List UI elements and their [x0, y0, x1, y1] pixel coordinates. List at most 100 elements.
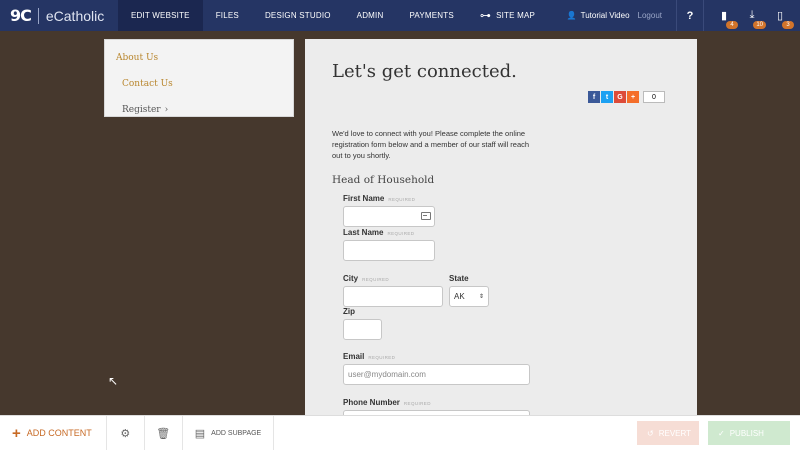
logo-mark: 9C: [10, 6, 32, 25]
logo-text: eCatholic: [45, 7, 105, 24]
intro-text: We'd love to connect with you! Please co…: [332, 129, 530, 160]
first-name-field: First Name REQUIRED: [343, 194, 435, 227]
label-text: Email: [343, 352, 365, 361]
subnav-label: About Us: [116, 53, 159, 63]
revert-icon: ↺: [647, 428, 654, 438]
nav-label: PAYMENTS: [409, 11, 454, 20]
downloads-tray-button[interactable]: ⤓ 10: [742, 5, 766, 29]
add-content-label: ADD CONTENT: [26, 428, 92, 438]
mouse-cursor-icon: ↖: [108, 374, 119, 388]
bottom-toolbar: + ADD CONTENT ⚙ 🗑 ▤ ADD SUBPAGE ↺ REVERT…: [0, 415, 800, 450]
page-content: Let's get connected. f t G + 0 We'd love…: [305, 39, 697, 419]
first-name-input[interactable]: [343, 206, 435, 227]
nav-admin[interactable]: ADMIN: [344, 0, 397, 31]
subnav-label: Register: [122, 105, 161, 115]
add-subpage-icon: ▤: [194, 427, 206, 440]
city-input[interactable]: [343, 286, 443, 307]
label-text: State: [449, 274, 469, 283]
publish-button[interactable]: ✓ PUBLISH: [708, 421, 790, 445]
trash-icon: 🗑: [156, 427, 171, 440]
state-label: State: [449, 274, 489, 283]
required-tag: REQUIRED: [387, 231, 415, 236]
page-subnav: About Us Contact Us Register ›: [104, 39, 294, 117]
label-text: City: [343, 274, 359, 283]
nav-edit-website[interactable]: EDIT WEBSITE: [118, 0, 203, 31]
nav-label: EDIT WEBSITE: [131, 11, 190, 20]
tutorial-label: Tutorial Video: [580, 11, 630, 20]
section-heading: Head of Household: [332, 174, 435, 186]
email-field: Email REQUIRED user@mydomain.com: [343, 352, 530, 385]
state-select[interactable]: AK ⇕: [449, 286, 489, 307]
subnav-contact-us[interactable]: Contact Us: [105, 71, 293, 97]
pages-badge: 4: [726, 20, 738, 29]
settings-button[interactable]: ⚙: [107, 416, 145, 450]
tutorial-video-link[interactable]: 👤 Tutorial Video: [567, 11, 630, 20]
download-icon: ⤓: [749, 9, 755, 21]
top-right-controls: 👤 Tutorial Video Logout ? ▮ 4 ⤓ 10 ▯ 3: [567, 0, 800, 31]
settings-gear-icon: ⚙: [120, 427, 131, 440]
last-name-input[interactable]: [343, 240, 435, 261]
trash-tray-button[interactable]: ▯ 3: [770, 5, 794, 29]
required-tag: REQUIRED: [368, 355, 396, 360]
facebook-share-icon[interactable]: f: [588, 91, 600, 103]
select-arrows-icon: ⇕: [478, 294, 484, 300]
email-placeholder: user@mydomain.com: [348, 370, 426, 379]
revert-label: REVERT: [658, 428, 692, 438]
required-tag: REQUIRED: [388, 197, 416, 202]
ecatholic-logo[interactable]: 9C eCatholic: [0, 0, 118, 31]
share-count: 0: [643, 91, 665, 103]
publish-label: PUBLISH: [729, 428, 764, 438]
twitter-share-icon[interactable]: t: [601, 91, 613, 103]
more-share-icon[interactable]: +: [627, 91, 639, 103]
nav-site-map[interactable]: ⊶ SITE MAP: [467, 0, 548, 31]
trash-badge: 3: [782, 20, 794, 29]
sitemap-icon: ⊶: [479, 10, 492, 22]
contact-card-icon: [421, 212, 431, 220]
notification-tray: ▮ 4 ⤓ 10 ▯ 3: [704, 5, 800, 29]
pages-tray-button[interactable]: ▮ 4: [714, 5, 738, 29]
nav-label: SITE MAP: [496, 11, 536, 20]
nav-files[interactable]: FILES: [203, 0, 252, 31]
add-subpage-label: ADD SUBPAGE: [211, 429, 262, 437]
phone-label: Phone Number REQUIRED: [343, 398, 530, 407]
state-value: AK: [454, 292, 465, 301]
google-plus-share-icon[interactable]: G: [614, 91, 626, 103]
delete-button[interactable]: 🗑: [145, 416, 183, 450]
last-name-field: Last Name REQUIRED: [343, 228, 435, 261]
first-name-label: First Name REQUIRED: [343, 194, 435, 203]
logo-divider: [37, 7, 39, 24]
page-title: Let's get connected.: [332, 61, 517, 82]
add-subpage-button[interactable]: ▤ ADD SUBPAGE: [183, 416, 275, 450]
publish-controls: ↺ REVERT ✓ PUBLISH: [637, 416, 800, 450]
help-button[interactable]: ?: [676, 0, 704, 31]
logout-link[interactable]: Logout: [638, 11, 662, 20]
nav-design-studio[interactable]: DESIGN STUDIO: [252, 0, 344, 31]
subnav-register[interactable]: Register ›: [105, 97, 293, 123]
city-label: City REQUIRED: [343, 274, 443, 283]
top-navigation-bar: 9C eCatholic EDIT WEBSITE FILES DESIGN S…: [0, 0, 800, 31]
user-icon: 👤: [566, 11, 577, 20]
revert-button[interactable]: ↺ REVERT: [637, 421, 699, 445]
required-tag: REQUIRED: [403, 401, 431, 406]
email-label: Email REQUIRED: [343, 352, 530, 361]
nav-label: ADMIN: [356, 11, 384, 20]
plus-icon: +: [12, 424, 21, 442]
label-text: Zip: [343, 307, 355, 316]
subnav-label: Contact Us: [122, 79, 173, 89]
subnav-about-us[interactable]: About Us: [105, 45, 293, 71]
chevron-right-icon: ›: [164, 105, 169, 115]
label-text: Phone Number: [343, 398, 400, 407]
nav-payments[interactable]: PAYMENTS: [396, 0, 466, 31]
zip-input[interactable]: [343, 319, 382, 340]
last-name-label: Last Name REQUIRED: [343, 228, 435, 237]
zip-label: Zip: [343, 307, 382, 316]
state-field: State AK ⇕: [449, 274, 489, 307]
zip-field: Zip: [343, 307, 382, 340]
share-buttons: f t G + 0: [588, 91, 665, 103]
label-text: First Name: [343, 194, 385, 203]
label-text: Last Name: [343, 228, 384, 237]
nav-label: DESIGN STUDIO: [264, 11, 331, 20]
city-field: City REQUIRED: [343, 274, 443, 307]
add-content-button[interactable]: + ADD CONTENT: [0, 416, 107, 450]
email-input[interactable]: user@mydomain.com: [343, 364, 530, 385]
